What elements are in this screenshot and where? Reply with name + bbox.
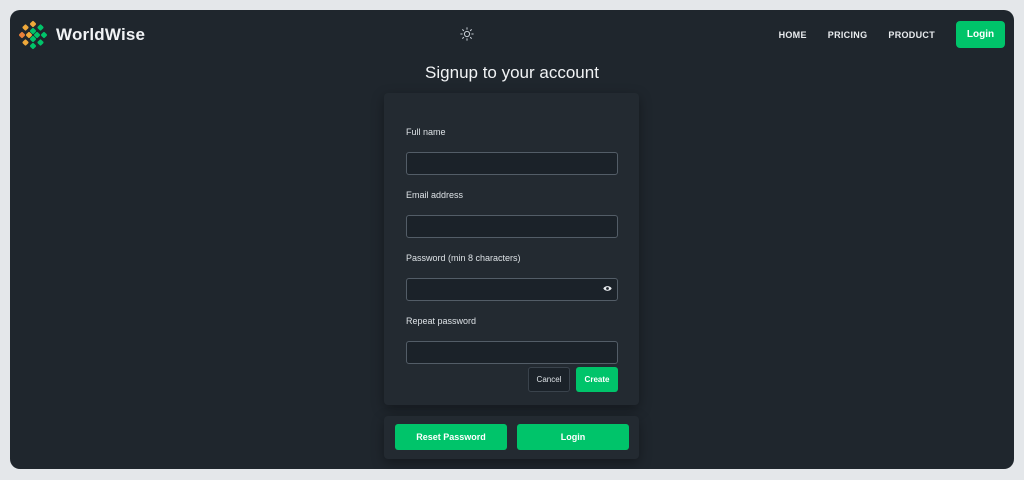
nav-login-button[interactable]: Login bbox=[956, 21, 1005, 48]
header: WorldWise HOME PRICING PRODUCT Login bbox=[10, 10, 1014, 60]
globe-logo-icon bbox=[18, 20, 48, 50]
page-title: Signup to your account bbox=[425, 63, 599, 82]
reset-password-button[interactable]: Reset Password bbox=[395, 424, 507, 450]
nav-home-link[interactable]: HOME bbox=[779, 30, 807, 40]
cancel-button[interactable]: Cancel bbox=[528, 367, 570, 392]
app-window: WorldWise HOME PRICING PRODUCT Login Sig… bbox=[10, 10, 1014, 469]
password-visibility-toggle[interactable] bbox=[603, 285, 612, 292]
create-button[interactable]: Create bbox=[576, 367, 618, 392]
nav-pricing-link[interactable]: PRICING bbox=[828, 30, 868, 40]
theme-toggle-button[interactable] bbox=[460, 27, 474, 41]
main-nav: HOME PRICING PRODUCT Login bbox=[779, 21, 1005, 48]
auth-actions-bar: Reset Password Login bbox=[384, 416, 639, 459]
sun-icon bbox=[460, 27, 474, 41]
logo[interactable]: WorldWise bbox=[18, 20, 145, 50]
email-label: Email address bbox=[406, 190, 464, 200]
repeat-password-input[interactable] bbox=[406, 341, 618, 364]
eye-icon bbox=[603, 286, 612, 291]
password-input[interactable] bbox=[406, 278, 618, 301]
signup-form: Full name Email address Password (min 8 … bbox=[384, 93, 639, 405]
password-label: Password (min 8 characters) bbox=[406, 253, 521, 263]
app-name: WorldWise bbox=[56, 25, 146, 44]
email-input[interactable] bbox=[406, 215, 618, 238]
full-name-input[interactable] bbox=[406, 152, 618, 175]
login-button[interactable]: Login bbox=[517, 424, 629, 450]
nav-product-link[interactable]: PRODUCT bbox=[888, 30, 935, 40]
full-name-label: Full name bbox=[406, 127, 446, 137]
repeat-password-label: Repeat password bbox=[406, 316, 477, 326]
